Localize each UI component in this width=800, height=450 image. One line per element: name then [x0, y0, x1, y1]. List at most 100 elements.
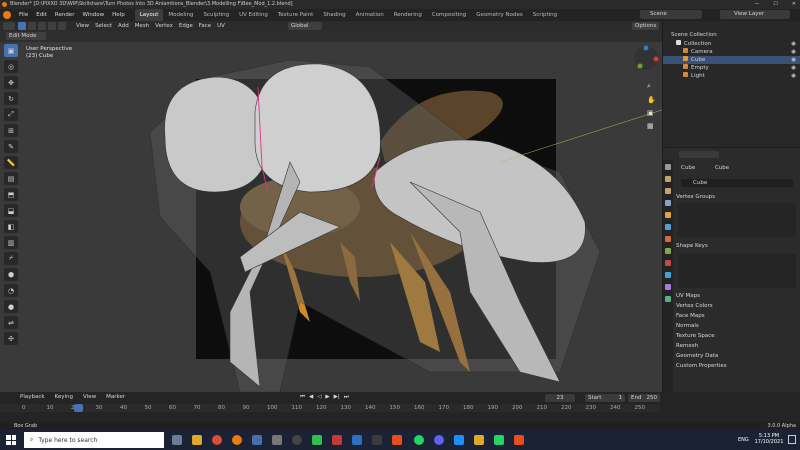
spin-icon[interactable]: ◔: [4, 284, 18, 297]
move-icon[interactable]: ✥: [4, 76, 18, 89]
view-layer-selector[interactable]: View Layer: [720, 10, 790, 19]
workspace-tab-rendering[interactable]: Rendering: [389, 9, 427, 21]
viewport-menu-mesh[interactable]: Mesh: [135, 22, 149, 30]
menu-file[interactable]: File: [15, 9, 32, 21]
workspace-tab-scripting[interactable]: Scripting: [528, 9, 562, 21]
extrude-icon[interactable]: ⬒: [4, 188, 18, 201]
camera-view-icon[interactable]: ▣: [647, 109, 656, 117]
select-mode-2-icon[interactable]: [28, 22, 36, 30]
panel-normals[interactable]: Normals: [676, 322, 797, 330]
panel-uv-maps[interactable]: UV Maps: [676, 292, 797, 300]
gizmo-y-icon[interactable]: [637, 63, 643, 69]
play-icon[interactable]: ▶: [325, 394, 329, 401]
close-icon[interactable]: ✕: [792, 0, 796, 9]
properties-search[interactable]: [679, 151, 719, 158]
timeline-menu-keying[interactable]: Keying: [55, 394, 73, 400]
shape-keys-list[interactable]: [678, 254, 796, 288]
task-view-icon[interactable]: [172, 435, 182, 445]
blender-menu-icon[interactable]: [3, 11, 11, 19]
prev-key-icon[interactable]: ◀: [309, 394, 313, 401]
mesh-data-name-field[interactable]: Cube: [681, 179, 793, 187]
outliner-item-empty[interactable]: Empty ◉: [663, 64, 800, 72]
viewport-menu-view[interactable]: View: [76, 22, 89, 30]
3d-viewport[interactable]: User Perspective (23) Cube: [0, 42, 662, 392]
properties-tab-icon[interactable]: [665, 164, 671, 170]
pan-hand-icon[interactable]: ✋: [647, 96, 656, 104]
app-icon-18[interactable]: [514, 435, 524, 445]
timeline-menu-marker[interactable]: Marker: [106, 394, 125, 400]
panel-custom-properties[interactable]: Custom Properties: [676, 362, 797, 370]
visibility-eye-icon[interactable]: ◉: [791, 72, 796, 80]
properties-tab-icon[interactable]: [665, 296, 671, 302]
options-dropdown[interactable]: Options: [632, 22, 660, 30]
discord-icon[interactable]: [434, 435, 444, 445]
loop-cut-icon[interactable]: ▥: [4, 236, 18, 249]
viewport-menu-uv[interactable]: UV: [217, 22, 225, 30]
measure-icon[interactable]: 📏: [4, 156, 18, 169]
select-box-icon[interactable]: ▣: [4, 44, 18, 57]
taskbar-search[interactable]: ⌕ Type here to search: [24, 432, 164, 448]
timeline-menu-playback[interactable]: Playback: [20, 394, 45, 400]
app-icon-17[interactable]: [494, 435, 504, 445]
annotate-icon[interactable]: ✎: [4, 140, 18, 153]
visibility-eye-icon[interactable]: ◉: [791, 48, 796, 56]
inset-icon[interactable]: ⬓: [4, 204, 18, 217]
cursor-icon[interactable]: ◎: [4, 60, 18, 73]
app-icon-9[interactable]: [332, 435, 342, 445]
workspace-tab-shading[interactable]: Shading: [318, 9, 350, 21]
vertex-groups-list[interactable]: [678, 203, 796, 237]
edge-slide-icon[interactable]: ⇌: [4, 316, 18, 329]
visibility-eye-icon[interactable]: ◉: [791, 56, 796, 64]
app-icon-15[interactable]: [454, 435, 464, 445]
properties-tab-icon[interactable]: [665, 200, 671, 206]
maximize-icon[interactable]: ☐: [773, 0, 777, 9]
viewport-menu-vertex[interactable]: Vertex: [155, 22, 173, 30]
play-reverse-icon[interactable]: ◁: [317, 394, 321, 401]
timeline-menu-view[interactable]: View: [83, 394, 96, 400]
transform-icon[interactable]: ⊞: [4, 124, 18, 137]
properties-tab-icon[interactable]: [665, 212, 671, 218]
windows-start-icon[interactable]: [6, 435, 16, 445]
panel-face-maps[interactable]: Face Maps: [676, 312, 797, 320]
panel-shape-keys[interactable]: Shape Keys: [676, 242, 797, 250]
next-key-icon[interactable]: ▶|: [334, 394, 340, 401]
panel-geometry-data[interactable]: Geometry Data: [676, 352, 797, 360]
bevel-icon[interactable]: ◧: [4, 220, 18, 233]
ortho-toggle-icon[interactable]: ▦: [647, 122, 656, 130]
outliner-item-light[interactable]: Light ◉: [663, 72, 800, 80]
blender-taskbar-icon[interactable]: [232, 435, 242, 445]
properties-tab-icon[interactable]: [665, 176, 671, 182]
properties-tab-icon[interactable]: [665, 284, 671, 290]
visibility-eye-icon[interactable]: ◉: [791, 64, 796, 72]
rotate-icon[interactable]: ↻: [4, 92, 18, 105]
language-indicator[interactable]: ENG: [738, 437, 749, 443]
workspace-tab-sculpting[interactable]: Sculpting: [198, 9, 234, 21]
mode-selector[interactable]: Edit Mode: [6, 32, 46, 40]
app-icon-12[interactable]: [392, 435, 402, 445]
viewport-menu-face[interactable]: Face: [199, 22, 211, 30]
panel-remesh[interactable]: Remesh: [676, 342, 797, 350]
workspace-tab-geometry-nodes[interactable]: Geometry Nodes: [471, 9, 527, 21]
camtasia-icon[interactable]: [312, 435, 322, 445]
clock[interactable]: 5:13 PM 17/10/2021: [754, 433, 784, 445]
select-mode-4-icon[interactable]: [48, 22, 56, 30]
smooth-icon[interactable]: ●: [4, 300, 18, 313]
add-cube-icon[interactable]: ▤: [4, 172, 18, 185]
outliner-item-camera[interactable]: Camera ◉: [663, 48, 800, 56]
menu-help[interactable]: Help: [108, 9, 129, 21]
panel-vertex-colors[interactable]: Vertex Colors: [676, 302, 797, 310]
properties-tab-icon[interactable]: [665, 224, 671, 230]
panel-vertex-groups[interactable]: Vertex Groups: [676, 193, 797, 201]
app-icon-5[interactable]: [252, 435, 262, 445]
gizmo-x-icon[interactable]: [653, 56, 659, 62]
outliner-root[interactable]: Scene Collection: [663, 31, 800, 39]
chrome-icon[interactable]: [212, 435, 222, 445]
minimize-icon[interactable]: —: [754, 0, 759, 9]
menu-render[interactable]: Render: [51, 9, 79, 21]
select-mode-3-icon[interactable]: [38, 22, 46, 30]
app-icon-11[interactable]: [372, 435, 382, 445]
select-mode-5-icon[interactable]: [58, 22, 66, 30]
workspace-tab-layout[interactable]: Layout: [134, 9, 164, 21]
app-icon-16[interactable]: [474, 435, 484, 445]
navigation-gizmo[interactable]: [632, 44, 660, 72]
